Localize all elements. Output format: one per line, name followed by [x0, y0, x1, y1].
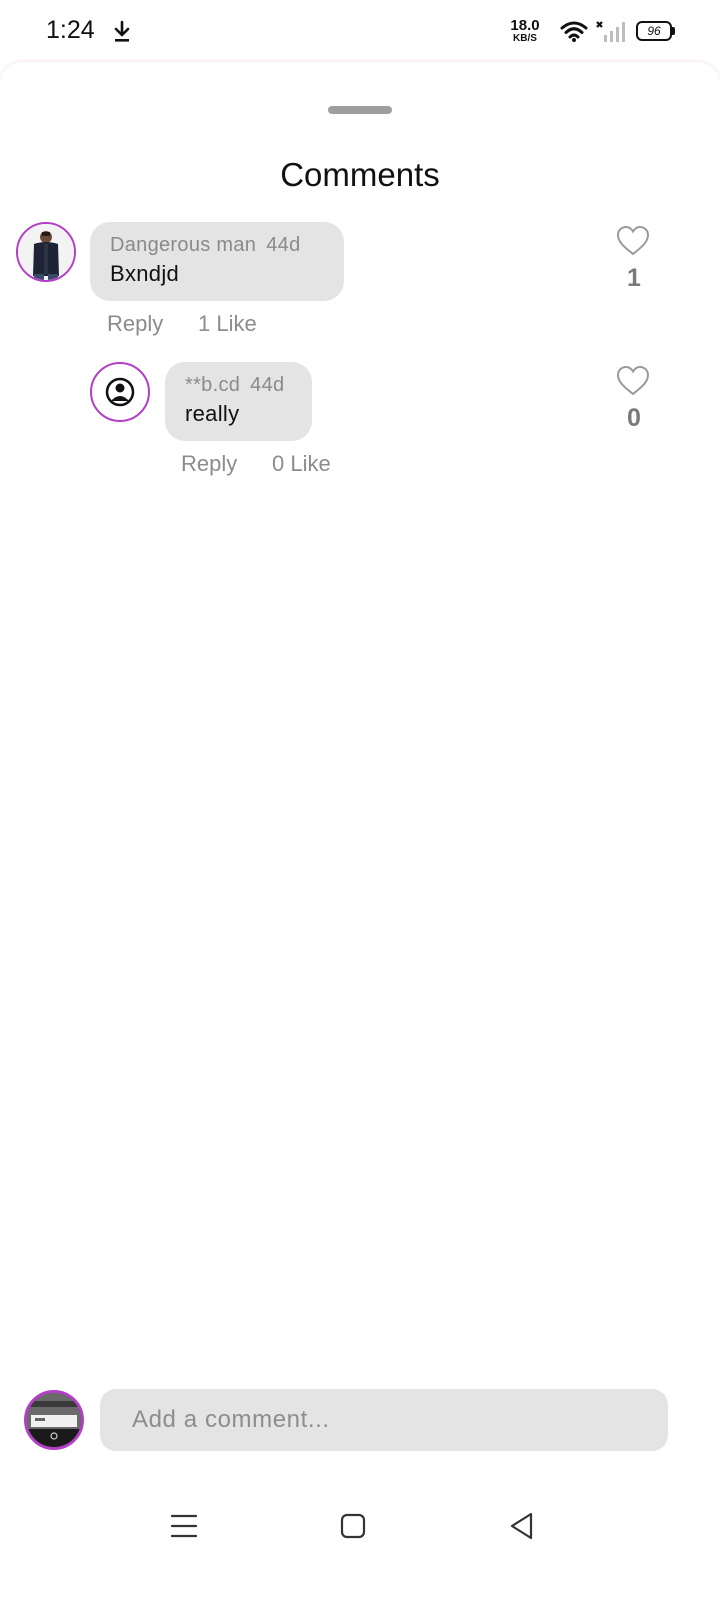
- back-icon[interactable]: [504, 1508, 540, 1544]
- comment-avatar[interactable]: [16, 222, 76, 282]
- reply-text: really: [185, 401, 240, 426]
- reply-meta: **b.cd 44d: [185, 374, 292, 397]
- screen: 1:24 18.0 KB/S 96 Comments Dangerous man…: [0, 0, 720, 1600]
- comment-meta: Dangerous man 44d: [110, 234, 324, 257]
- battery-icon: 96: [636, 21, 676, 43]
- comment-bubble: Dangerous man 44d Bxndjd: [90, 222, 344, 301]
- status-time: 1:24: [46, 16, 95, 44]
- default-user-icon: [105, 377, 135, 407]
- reply-bubble: **b.cd 44d really: [165, 362, 312, 441]
- user-photo-icon: [27, 1393, 81, 1447]
- composer-avatar[interactable]: [24, 1390, 84, 1450]
- user-photo-icon: [18, 224, 74, 280]
- network-speed-unit: KB/S: [513, 33, 537, 44]
- reply-button[interactable]: Reply: [181, 451, 237, 477]
- drag-handle[interactable]: [328, 106, 392, 114]
- battery-tip: [672, 27, 675, 35]
- wifi-icon: [560, 21, 588, 42]
- reply-time: 44d: [250, 374, 285, 396]
- like-count: 0: [627, 404, 641, 432]
- network-speed-value: 18.0: [510, 17, 540, 34]
- reply-avatar[interactable]: [90, 362, 150, 422]
- heart-icon[interactable]: [615, 365, 651, 397]
- comment-text: Bxndjd: [110, 261, 180, 286]
- comment-author[interactable]: Dangerous man: [110, 234, 256, 256]
- reply-button[interactable]: Reply: [107, 311, 163, 337]
- sheet-title: Comments: [280, 156, 440, 193]
- like-count: 1: [627, 264, 641, 292]
- status-bar: 1:24 18.0 KB/S 96: [0, 0, 720, 64]
- likes-label[interactable]: 1 Like: [198, 311, 257, 337]
- home-icon[interactable]: [335, 1508, 371, 1544]
- heart-icon[interactable]: [615, 225, 651, 257]
- comment-time: 44d: [266, 234, 301, 256]
- signal-icon: [596, 21, 625, 42]
- likes-label[interactable]: 0 Like: [272, 451, 331, 477]
- comment-input[interactable]: [100, 1389, 668, 1451]
- network-speed: 18.0 KB/S: [508, 18, 542, 44]
- battery-level: 96: [636, 21, 672, 41]
- menu-icon[interactable]: [166, 1508, 202, 1544]
- download-icon: [114, 20, 130, 42]
- reply-author[interactable]: **b.cd: [185, 374, 240, 396]
